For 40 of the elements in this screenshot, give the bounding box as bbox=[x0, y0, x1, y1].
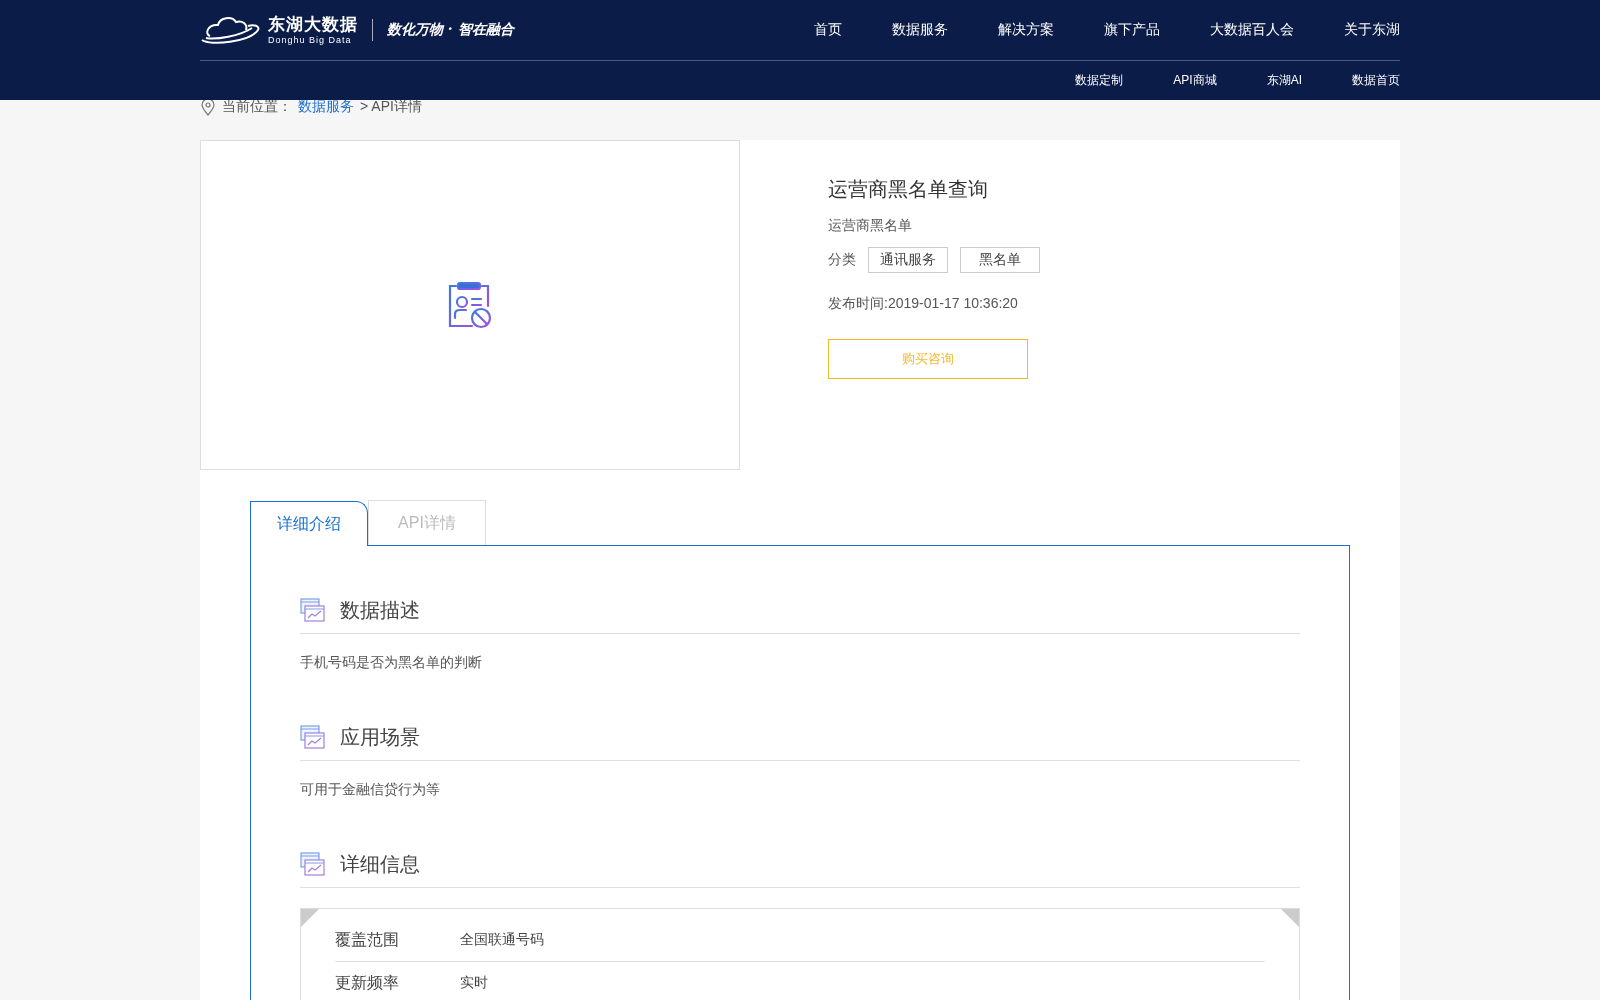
subnav-link[interactable]: 数据首页 bbox=[1352, 72, 1400, 89]
publish-time: 发布时间:2019-01-17 10:36:20 bbox=[828, 295, 1018, 313]
chart-window-icon bbox=[300, 852, 325, 876]
tab[interactable]: 详细介绍 bbox=[250, 501, 368, 546]
contact-blocked-icon bbox=[446, 280, 494, 330]
nav-link[interactable]: 数据服务 bbox=[892, 21, 948, 39]
table-value: 全国联通号码 bbox=[460, 931, 544, 949]
brand-name: 东湖大数据 bbox=[268, 15, 358, 33]
nav-link[interactable]: 关于东湖 bbox=[1344, 21, 1400, 39]
subnav-link[interactable]: API商城 bbox=[1173, 72, 1217, 89]
corner-mark bbox=[1281, 909, 1299, 927]
corner-mark bbox=[301, 909, 319, 927]
category-label: 分类 bbox=[828, 251, 856, 269]
nav-link[interactable]: 解决方案 bbox=[998, 21, 1054, 39]
category-tag: 通讯服务 bbox=[868, 247, 948, 273]
subnav-link[interactable]: 数据定制 bbox=[1075, 72, 1124, 89]
section-text: 可用于金融信贷行为等 bbox=[300, 781, 441, 799]
breadcrumb-label: 当前位置： bbox=[222, 100, 292, 116]
table-label: 更新频率 bbox=[335, 972, 400, 993]
chart-window-icon bbox=[300, 725, 325, 749]
table-label: 覆盖范围 bbox=[335, 929, 400, 950]
section-text: 手机号码是否为黑名单的判断 bbox=[300, 654, 483, 672]
category-tag: 黑名单 bbox=[960, 247, 1040, 273]
chart-window-icon bbox=[300, 598, 325, 622]
section-title: 数据描述 bbox=[340, 597, 420, 623]
breadcrumb-link[interactable]: 数据服务 bbox=[298, 100, 354, 116]
table-value: 实时 bbox=[460, 974, 488, 992]
location-pin-icon bbox=[200, 100, 216, 116]
breadcrumb-current: > API详情 bbox=[360, 100, 422, 116]
nav-link[interactable]: 大数据百人会 bbox=[1210, 21, 1294, 39]
section-title: 详细信息 bbox=[340, 851, 420, 877]
product-title: 运营商黑名单查询 bbox=[828, 177, 988, 202]
slogan: 数化万物 · 智在融合 bbox=[387, 21, 514, 39]
section-title: 应用场景 bbox=[340, 724, 420, 750]
product-subtitle: 运营商黑名单 bbox=[828, 217, 912, 235]
nav-link[interactable]: 旗下产品 bbox=[1104, 21, 1160, 39]
brand-subtitle: Donghu Big Data bbox=[268, 35, 353, 45]
nav-link[interactable]: 首页 bbox=[814, 21, 842, 39]
cloud-logo-icon bbox=[200, 14, 262, 46]
subnav-link[interactable]: 东湖AI bbox=[1266, 72, 1302, 89]
